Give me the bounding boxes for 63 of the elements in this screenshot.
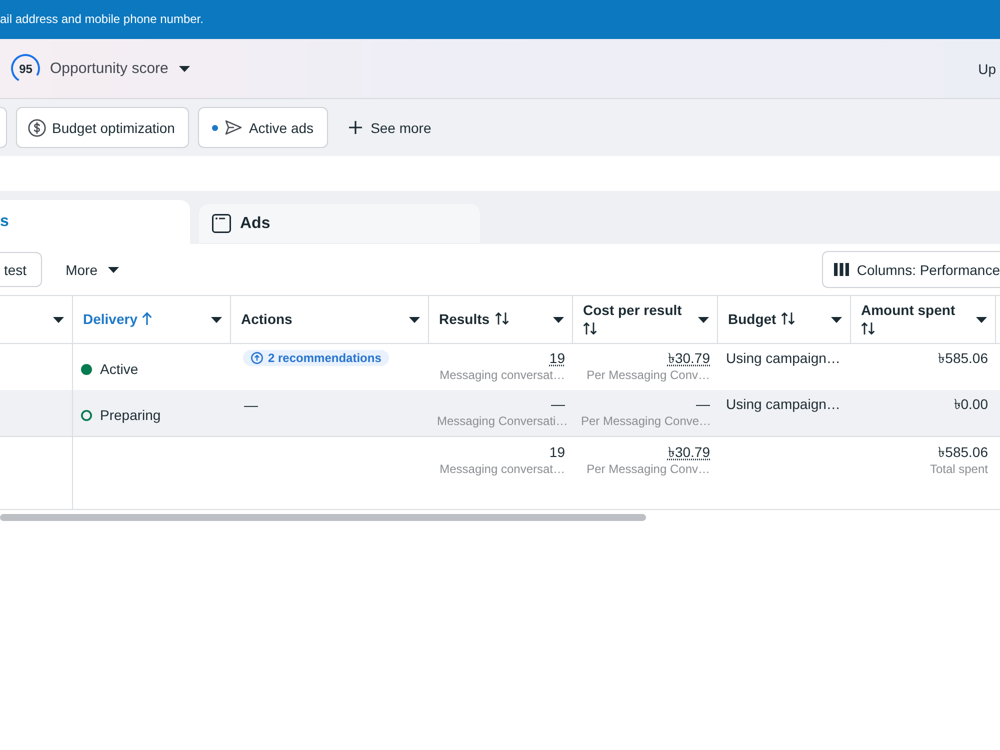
- test-button[interactable]: test: [0, 252, 42, 287]
- metric-value: 19: [549, 443, 565, 461]
- budget-value: Using campaign…: [726, 395, 840, 414]
- column-header[interactable]: Budget: [728, 311, 776, 327]
- metric-label: Messaging Conversati…: [437, 413, 565, 429]
- delivery-status: Preparing: [100, 406, 161, 424]
- caret-icon[interactable]: [211, 316, 222, 322]
- tab[interactable]: Ads: [199, 204, 480, 243]
- columns-icon: [834, 263, 849, 276]
- metric-value: —: [551, 395, 565, 413]
- status-text: Up: [978, 60, 996, 76]
- status-dot-icon: [81, 364, 92, 374]
- caret-icon: [108, 266, 120, 272]
- sort-icon[interactable]: [781, 312, 796, 325]
- metric-label: Per Messaging Conv…: [586, 461, 710, 477]
- table-row[interactable]: Preparing — — Messaging Conversati… — Per Messaging Conve… Using campaign… ৳0.00: [0, 390, 1000, 436]
- column-header[interactable]: Cost per result: [583, 302, 682, 318]
- column-header[interactable]: Actions: [241, 311, 292, 327]
- recommendations-button[interactable]: 2 recommendations: [243, 350, 390, 366]
- amount-spent: ৳0.00: [954, 395, 988, 413]
- filter-chip[interactable]: Active ads: [198, 107, 328, 148]
- caret-icon[interactable]: [53, 316, 64, 322]
- sort-icon[interactable]: [861, 322, 875, 334]
- metric-value[interactable]: 19: [549, 349, 565, 367]
- banner-text: ail address and mobile phone number.: [0, 12, 204, 26]
- caret-icon[interactable]: [698, 316, 709, 322]
- column-header[interactable]: Delivery: [83, 311, 138, 327]
- arrow-up-icon[interactable]: [142, 312, 152, 325]
- status-ring-icon: [81, 410, 92, 420]
- filter-chip[interactable]: Budget optimization: [16, 107, 189, 148]
- sort-icon[interactable]: [583, 322, 597, 334]
- metric-label: Messaging conversat…: [438, 367, 565, 383]
- caret-icon: [179, 66, 190, 72]
- metric-value[interactable]: ৳30.79: [668, 443, 710, 461]
- more-button[interactable]: More: [66, 252, 120, 287]
- column-header[interactable]: Results: [439, 311, 490, 327]
- column-header[interactable]: Amount spent: [861, 302, 956, 318]
- caret-icon[interactable]: [553, 316, 564, 322]
- budget-value: Using campaign…: [726, 349, 840, 368]
- caret-icon[interactable]: [831, 316, 842, 322]
- metric-label: Per Messaging Conve…: [581, 413, 710, 429]
- see-more-button[interactable]: See more: [348, 107, 432, 148]
- columns-button[interactable]: Columns: Performance: [822, 251, 1000, 288]
- metric-value: ৳585.06: [938, 443, 988, 461]
- metric-label: Messaging conversat…: [438, 461, 565, 477]
- dollar-circle-icon: [28, 118, 46, 136]
- paper-plane-icon: [224, 120, 242, 135]
- caret-icon[interactable]: [409, 316, 420, 322]
- horizontal-scrollbar[interactable]: [0, 514, 646, 521]
- delivery-status: Active: [100, 360, 138, 378]
- arrow-up-circle-icon: [251, 352, 263, 364]
- empty-value: —: [243, 396, 258, 414]
- metric-label: Per Messaging Conv…: [586, 367, 710, 383]
- tab[interactable]: s: [0, 200, 190, 244]
- sort-icon[interactable]: [494, 312, 509, 325]
- metric-value: —: [696, 395, 710, 413]
- metric-label: Total spent: [928, 461, 988, 477]
- opportunity-score-dropdown[interactable]: Opportunity score: [50, 60, 190, 77]
- plus-icon: [348, 121, 362, 134]
- caret-icon[interactable]: [976, 316, 987, 322]
- amount-spent: ৳585.06: [938, 349, 988, 367]
- metric-value[interactable]: ৳30.79: [668, 349, 710, 367]
- browser-window-icon: [212, 214, 231, 233]
